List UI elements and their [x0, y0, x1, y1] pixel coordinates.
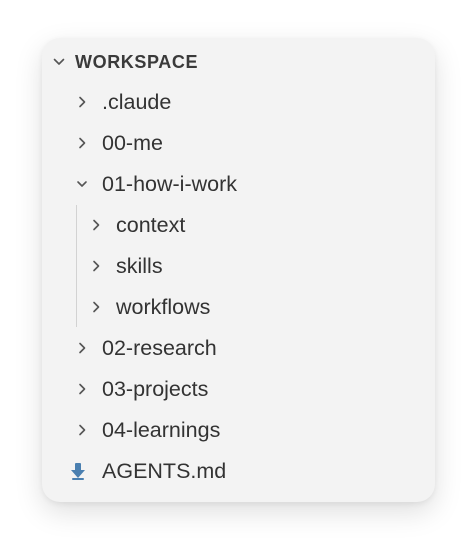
tree-item-03-projects[interactable]: 03-projects: [76, 372, 208, 406]
tree-item-label: 00-me: [102, 130, 163, 155]
workspace-section-header[interactable]: WORKSPACE: [42, 48, 198, 76]
tree-item-label: 04-learnings: [102, 417, 221, 442]
chevron-right-icon[interactable]: [76, 382, 88, 396]
tree-item-label: context: [116, 212, 186, 237]
chevron-right-icon[interactable]: [90, 300, 102, 314]
chevron-down-icon[interactable]: [52, 55, 66, 69]
section-title: WORKSPACE: [75, 51, 199, 72]
chevron-right-icon[interactable]: [90, 218, 102, 232]
tree-item-02-research[interactable]: 02-research: [76, 331, 217, 365]
tree-item-label: 03-projects: [102, 376, 209, 401]
tree-item-label: AGENTS.md: [102, 458, 227, 483]
tree-item-context[interactable]: context: [90, 208, 185, 242]
tree-item-00-me[interactable]: 00-me: [76, 126, 163, 160]
chevron-right-icon[interactable]: [76, 136, 88, 150]
chevron-right-icon[interactable]: [76, 341, 88, 355]
tree-item-label: 01-how-i-work: [102, 171, 238, 196]
tree-item-label: 02-research: [102, 335, 217, 360]
tree-item-01-how-i-work[interactable]: 01-how-i-work: [76, 167, 237, 201]
chevron-right-icon[interactable]: [76, 423, 88, 437]
tree-item-claude[interactable]: .claude: [76, 85, 171, 119]
tree-item-label: skills: [116, 253, 163, 278]
chevron-down-icon[interactable]: [76, 177, 88, 191]
tree-item-label: .claude: [102, 89, 172, 114]
tree-item-skills[interactable]: skills: [90, 249, 163, 283]
tree-item-04-learnings[interactable]: 04-learnings: [76, 413, 220, 447]
tree-item-workflows[interactable]: workflows: [90, 290, 210, 324]
markdown-download-icon: [69, 461, 87, 481]
chevron-right-icon[interactable]: [76, 95, 88, 109]
tree-item-label: workflows: [116, 294, 211, 319]
indent-guide: [76, 205, 77, 327]
chevron-right-icon[interactable]: [90, 259, 102, 273]
tree-item-agents-md[interactable]: AGENTS.md: [69, 454, 226, 488]
